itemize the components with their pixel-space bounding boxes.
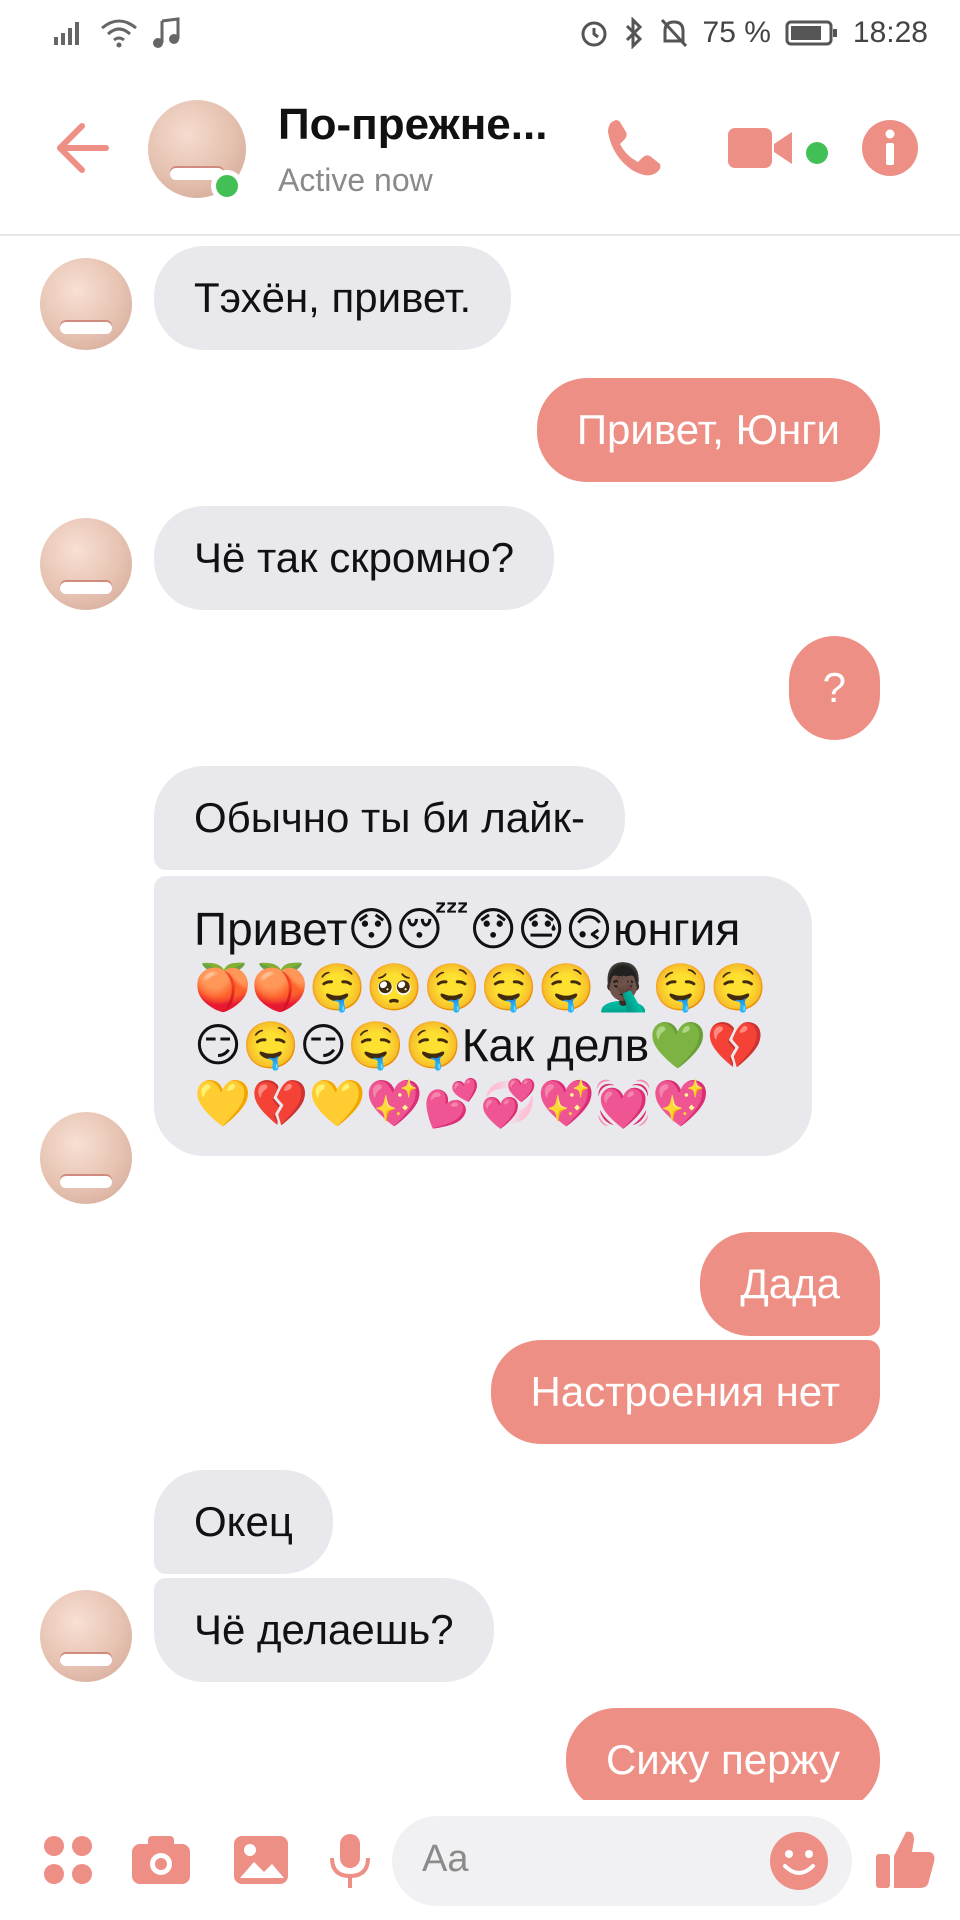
message-input-placeholder: Aa: [422, 1838, 469, 1880]
message-outgoing[interactable]: ?: [788, 636, 880, 740]
message-incoming[interactable]: Окец: [154, 1470, 333, 1574]
message-incoming[interactable]: Чё так скромно?: [154, 506, 555, 610]
online-indicator: [211, 170, 243, 202]
message-incoming[interactable]: Обычно ты би лайк-: [154, 766, 625, 870]
message-input[interactable]: Aa: [392, 1816, 852, 1906]
signal-icon: [54, 22, 79, 45]
message-incoming-emoji[interactable]: Привет😯😴😯😓🙃юнгия🍑🍑🤤🥺🤤🤤🤤🤦🏿‍♂️🤤🤤😏🤤😏🤤🤤Как д…: [154, 876, 812, 1156]
message-outgoing[interactable]: Настроения нет: [490, 1340, 880, 1444]
emoji-icon[interactable]: [768, 1830, 830, 1892]
phone-icon[interactable]: [602, 114, 670, 182]
message-outgoing[interactable]: Сижу пержу: [565, 1708, 880, 1812]
wifi-icon: [101, 19, 137, 48]
back-arrow-icon[interactable]: [52, 118, 112, 178]
status-left: [52, 17, 182, 49]
active-status: Active now: [278, 162, 433, 198]
message-outgoing[interactable]: Привет, Юнги: [536, 378, 880, 482]
video-camera-icon[interactable]: [726, 114, 798, 182]
message-outgoing[interactable]: Дада: [700, 1232, 880, 1336]
message-incoming[interactable]: Чё делаешь?: [154, 1578, 494, 1682]
video-online-dot: [806, 142, 828, 164]
battery-icon: [785, 20, 837, 46]
apps-icon[interactable]: [40, 1832, 96, 1888]
sender-avatar[interactable]: [40, 258, 132, 350]
music-note-icon: [153, 17, 180, 48]
sender-avatar[interactable]: [40, 518, 132, 610]
info-icon[interactable]: [860, 114, 920, 182]
chat-header: По-прежне... Active now: [0, 66, 960, 236]
clock: 18:28: [852, 16, 928, 49]
alarm-icon: [581, 21, 607, 47]
composer-bar: Aa: [0, 1800, 960, 1920]
camera-icon[interactable]: [130, 1832, 192, 1888]
gallery-icon[interactable]: [232, 1832, 290, 1888]
bell-off-icon: [660, 18, 687, 48]
chat-title[interactable]: По-прежне...: [278, 100, 547, 150]
sender-avatar[interactable]: [40, 1112, 132, 1204]
status-right: 75 % 18:28: [579, 16, 928, 50]
battery-percent: 75 %: [702, 16, 771, 49]
status-bar: 75 % 18:28: [0, 0, 960, 66]
thumbs-up-icon[interactable]: [874, 1826, 938, 1892]
sender-avatar[interactable]: [40, 1590, 132, 1682]
microphone-icon[interactable]: [328, 1832, 372, 1890]
message-incoming[interactable]: Тэхён, привет.: [154, 246, 512, 350]
bluetooth-icon: [625, 17, 642, 49]
